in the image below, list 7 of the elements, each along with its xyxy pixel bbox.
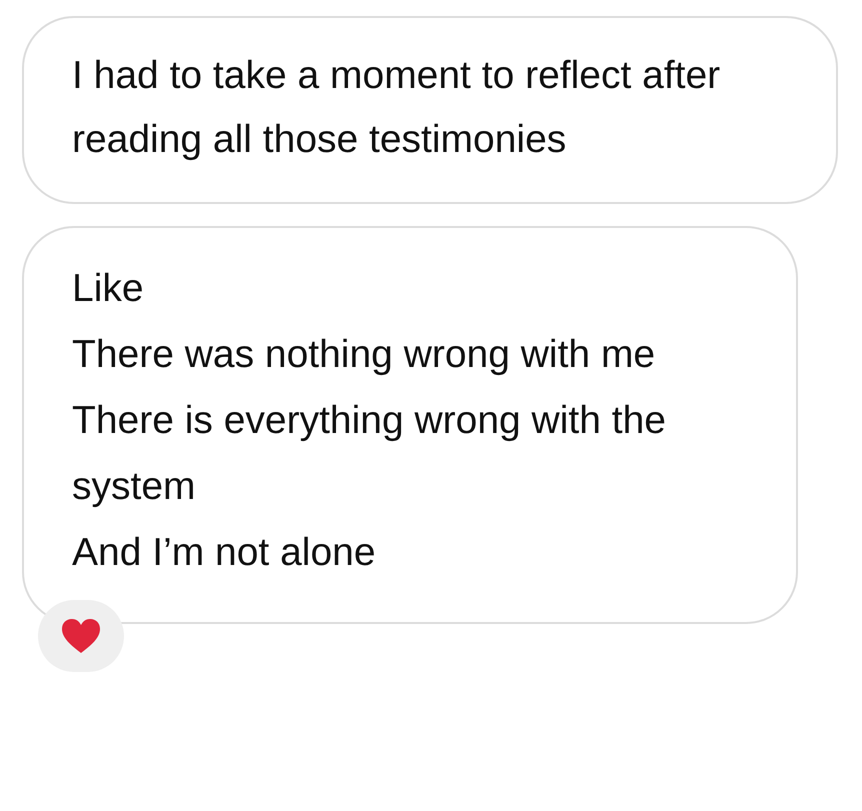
message-text: I had to take a moment to reflect after reading all those testimonies (72, 53, 722, 163)
reaction-badge[interactable] (38, 600, 124, 672)
heart-icon (61, 618, 101, 654)
message-text: There was nothing wrong with me (72, 332, 656, 378)
message-text: Like (72, 266, 145, 312)
message-text: And I’m not alone (72, 530, 377, 576)
message-text: There is everything wrong with the system (72, 398, 667, 510)
